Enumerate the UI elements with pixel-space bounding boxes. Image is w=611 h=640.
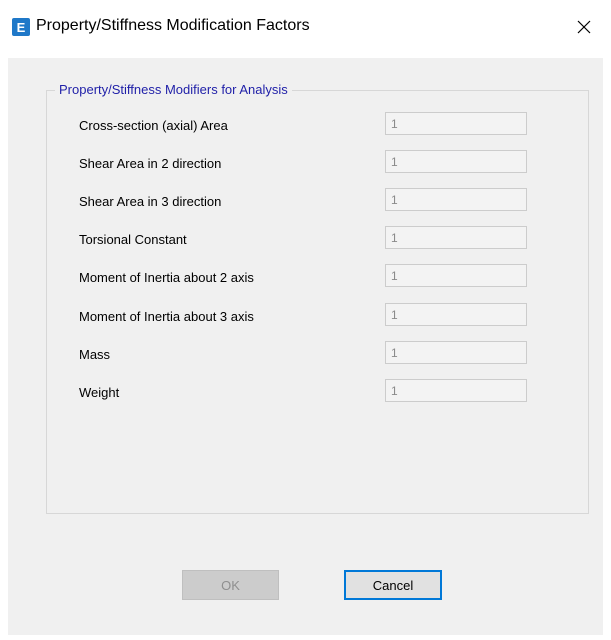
- label-moment-inertia-3: Moment of Inertia about 3 axis: [79, 309, 254, 324]
- label-torsional-constant: Torsional Constant: [79, 232, 187, 247]
- label-shear-area-3: Shear Area in 3 direction: [79, 194, 222, 209]
- label-mass: Mass: [79, 347, 111, 362]
- close-button[interactable]: [568, 12, 600, 42]
- dialog-body: Property/Stiffness Modifiers for Analysi…: [8, 58, 603, 635]
- label-moment-inertia-2: Moment of Inertia about 2 axis: [79, 270, 254, 285]
- input-weight[interactable]: [385, 379, 527, 402]
- input-moment-inertia-2[interactable]: [385, 264, 527, 287]
- cancel-button[interactable]: Cancel: [344, 570, 442, 600]
- label-cross-section-area: Cross-section (axial) Area: [79, 118, 228, 133]
- label-weight: Weight: [79, 385, 120, 400]
- ok-button[interactable]: OK: [182, 570, 279, 600]
- input-torsional-constant[interactable]: [385, 226, 527, 249]
- window-title: Property/Stiffness Modification Factors: [36, 17, 310, 34]
- close-icon: [577, 20, 591, 34]
- input-mass[interactable]: [385, 341, 527, 364]
- title-bar[interactable]: E Property/Stiffness Modification Factor…: [0, 0, 611, 58]
- input-shear-area-2[interactable]: [385, 150, 527, 173]
- label-shear-area-2: Shear Area in 2 direction: [79, 156, 222, 171]
- input-moment-inertia-3[interactable]: [385, 303, 527, 326]
- groupbox-title: Property/Stiffness Modifiers for Analysi…: [55, 82, 292, 97]
- input-shear-area-3[interactable]: [385, 188, 527, 211]
- etabs-logo-icon: E: [12, 18, 30, 36]
- input-cross-section-area[interactable]: [385, 112, 527, 135]
